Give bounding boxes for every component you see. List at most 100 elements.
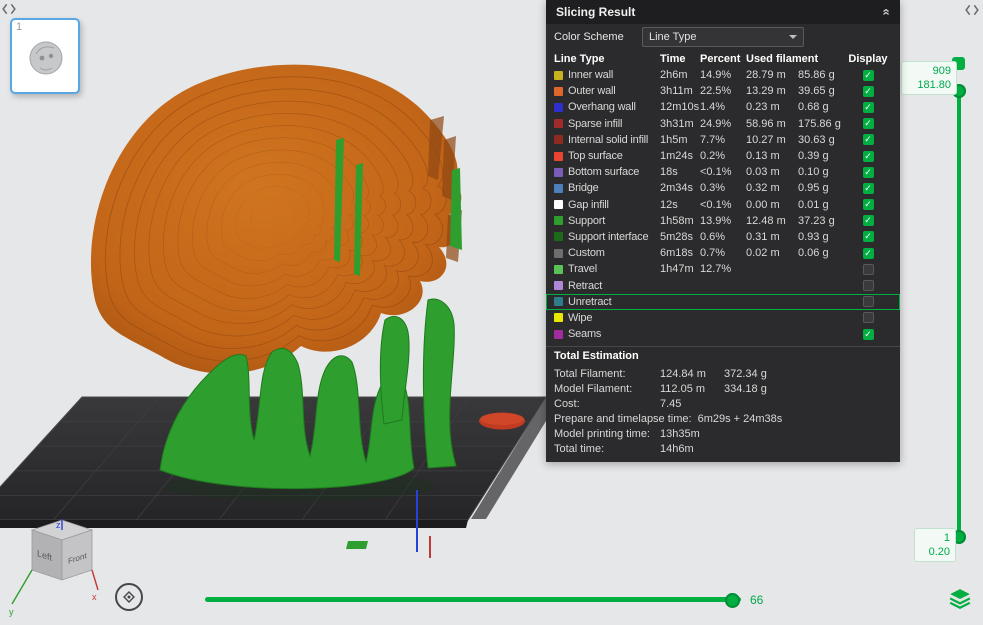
line-type-time: 12s bbox=[660, 199, 700, 211]
orientation-cube[interactable]: Left Front z x y bbox=[8, 516, 120, 624]
panel-title: Slicing Result bbox=[556, 5, 635, 19]
display-checkbox[interactable]: ✓ bbox=[863, 231, 874, 242]
display-checkbox[interactable]: ✓ bbox=[863, 167, 874, 178]
line-type-percent: <0.1% bbox=[700, 166, 746, 178]
display-checkbox[interactable]: ✓ bbox=[863, 134, 874, 145]
display-checkbox[interactable] bbox=[863, 296, 874, 307]
slicing-result-panel: Slicing Result « Color Scheme Line Type … bbox=[546, 0, 900, 462]
line-type-color-swatch bbox=[554, 71, 563, 80]
line-type-time: 6m18s bbox=[660, 247, 700, 259]
line-type-weight: 0.93 g bbox=[798, 231, 846, 243]
line-type-row[interactable]: Internal solid infill 1h5m 7.7% 10.27 m … bbox=[546, 132, 900, 148]
estimation-row: Prepare and timelapse time: 6m29s + 24m3… bbox=[546, 411, 900, 426]
line-type-weight: 39.65 g bbox=[798, 85, 846, 97]
display-checkbox[interactable]: ✓ bbox=[863, 102, 874, 113]
line-type-percent: 22.5% bbox=[700, 85, 746, 97]
panel-header: Slicing Result « bbox=[546, 0, 900, 24]
line-type-percent: 7.7% bbox=[700, 134, 746, 146]
collapse-panel-icon[interactable]: « bbox=[880, 8, 892, 15]
top-layer-height: 181.80 bbox=[907, 78, 951, 92]
line-type-length: 0.03 m bbox=[746, 166, 798, 178]
collapse-right-sidebar-icon[interactable] bbox=[965, 3, 979, 17]
estimation-value: 124.84 m bbox=[660, 368, 724, 380]
estimation-row: Cost: 7.45 bbox=[546, 396, 900, 411]
color-scheme-row: Color Scheme Line Type bbox=[546, 24, 900, 50]
auto-orient-icon bbox=[121, 589, 137, 605]
line-type-name: Outer wall bbox=[568, 85, 660, 97]
plate-thumbnail[interactable]: 1 bbox=[10, 18, 80, 94]
collapse-left-sidebar-icon[interactable] bbox=[2, 2, 16, 16]
y-axis-label: y bbox=[9, 607, 14, 617]
x-axis-label: x bbox=[92, 592, 97, 602]
line-type-row[interactable]: Overhang wall 12m10s 1.4% 0.23 m 0.68 g … bbox=[546, 99, 900, 115]
display-checkbox[interactable]: ✓ bbox=[863, 183, 874, 194]
line-type-row[interactable]: Bridge 2m34s 0.3% 0.32 m 0.95 g ✓ bbox=[546, 180, 900, 196]
line-type-color-swatch bbox=[554, 103, 563, 112]
line-type-color-swatch bbox=[554, 249, 563, 258]
line-type-length: 0.32 m bbox=[746, 182, 798, 194]
step-slider-handle[interactable] bbox=[725, 593, 740, 608]
line-type-row[interactable]: Sparse infill 3h31m 24.9% 58.96 m 175.86… bbox=[546, 116, 900, 132]
line-type-length: 0.31 m bbox=[746, 231, 798, 243]
line-type-row[interactable]: Support 1h58m 13.9% 12.48 m 37.23 g ✓ bbox=[546, 213, 900, 229]
line-type-time: 1h5m bbox=[660, 134, 700, 146]
display-checkbox[interactable]: ✓ bbox=[863, 151, 874, 162]
layer-slider-bottom-label: 1 0.20 bbox=[914, 528, 956, 562]
line-type-name: Overhang wall bbox=[568, 101, 660, 113]
display-checkbox[interactable]: ✓ bbox=[863, 118, 874, 129]
line-type-color-swatch bbox=[554, 200, 563, 209]
estimation-row: Total time: 14h6m bbox=[546, 441, 900, 456]
line-type-weight: 0.01 g bbox=[798, 199, 846, 211]
line-type-name: Seams bbox=[568, 328, 660, 340]
display-checkbox[interactable] bbox=[863, 312, 874, 323]
total-estimation-title: Total Estimation bbox=[546, 350, 900, 366]
display-checkbox[interactable]: ✓ bbox=[863, 248, 874, 259]
line-type-row[interactable]: Unretract bbox=[546, 294, 900, 310]
line-type-row[interactable]: Top surface 1m24s 0.2% 0.13 m 0.39 g ✓ bbox=[546, 148, 900, 164]
line-type-percent: 14.9% bbox=[700, 69, 746, 81]
header-display: Display bbox=[846, 53, 890, 65]
color-scheme-dropdown[interactable]: Line Type bbox=[642, 27, 804, 47]
display-checkbox[interactable]: ✓ bbox=[863, 329, 874, 340]
line-type-row[interactable]: Retract bbox=[546, 277, 900, 293]
line-type-row[interactable]: Wipe bbox=[546, 310, 900, 326]
estimation-value: 7.45 bbox=[660, 398, 724, 410]
auto-orient-button[interactable] bbox=[115, 583, 143, 611]
line-type-weight: 30.63 g bbox=[798, 134, 846, 146]
display-checkbox[interactable] bbox=[863, 280, 874, 291]
layer-slider-track[interactable] bbox=[957, 86, 961, 542]
display-checkbox[interactable]: ✓ bbox=[863, 199, 874, 210]
line-type-color-swatch bbox=[554, 232, 563, 241]
line-type-row[interactable]: Gap infill 12s <0.1% 0.00 m 0.01 g ✓ bbox=[546, 197, 900, 213]
display-checkbox[interactable]: ✓ bbox=[863, 86, 874, 97]
prime-blob bbox=[479, 413, 525, 430]
estimation-value-2: 334.18 g bbox=[724, 383, 767, 395]
display-checkbox[interactable] bbox=[863, 264, 874, 275]
estimation-label: Prepare and timelapse time: bbox=[554, 413, 698, 425]
line-type-length: 58.96 m bbox=[746, 118, 798, 130]
line-type-length: 28.79 m bbox=[746, 69, 798, 81]
layers-view-button[interactable] bbox=[948, 587, 972, 611]
display-checkbox[interactable]: ✓ bbox=[863, 215, 874, 226]
line-type-name: Bottom surface bbox=[568, 166, 660, 178]
line-type-row[interactable]: Outer wall 3h11m 22.5% 13.29 m 39.65 g ✓ bbox=[546, 83, 900, 99]
line-type-name: Sparse infill bbox=[568, 118, 660, 130]
step-slider-track[interactable] bbox=[205, 597, 741, 602]
line-type-length: 0.23 m bbox=[746, 101, 798, 113]
line-type-name: Internal solid infill bbox=[568, 134, 660, 146]
line-type-length: 10.27 m bbox=[746, 134, 798, 146]
display-checkbox[interactable]: ✓ bbox=[863, 70, 874, 81]
line-type-row[interactable]: Inner wall 2h6m 14.9% 28.79 m 85.86 g ✓ bbox=[546, 67, 900, 83]
line-type-time: 18s bbox=[660, 166, 700, 178]
line-type-color-swatch bbox=[554, 152, 563, 161]
line-type-row[interactable]: Support interface 5m28s 0.6% 0.31 m 0.93… bbox=[546, 229, 900, 245]
line-type-color-swatch bbox=[554, 87, 563, 96]
line-type-name: Inner wall bbox=[568, 69, 660, 81]
line-type-row[interactable]: Custom 6m18s 0.7% 0.02 m 0.06 g ✓ bbox=[546, 245, 900, 261]
line-type-row[interactable]: Seams ✓ bbox=[546, 326, 900, 342]
line-type-weight: 0.95 g bbox=[798, 182, 846, 194]
line-type-percent: 12.7% bbox=[700, 263, 746, 275]
line-type-row[interactable]: Bottom surface 18s <0.1% 0.03 m 0.10 g ✓ bbox=[546, 164, 900, 180]
estimation-value: 6m29s + 24m38s bbox=[698, 413, 783, 425]
line-type-row[interactable]: Travel 1h47m 12.7% bbox=[546, 261, 900, 277]
